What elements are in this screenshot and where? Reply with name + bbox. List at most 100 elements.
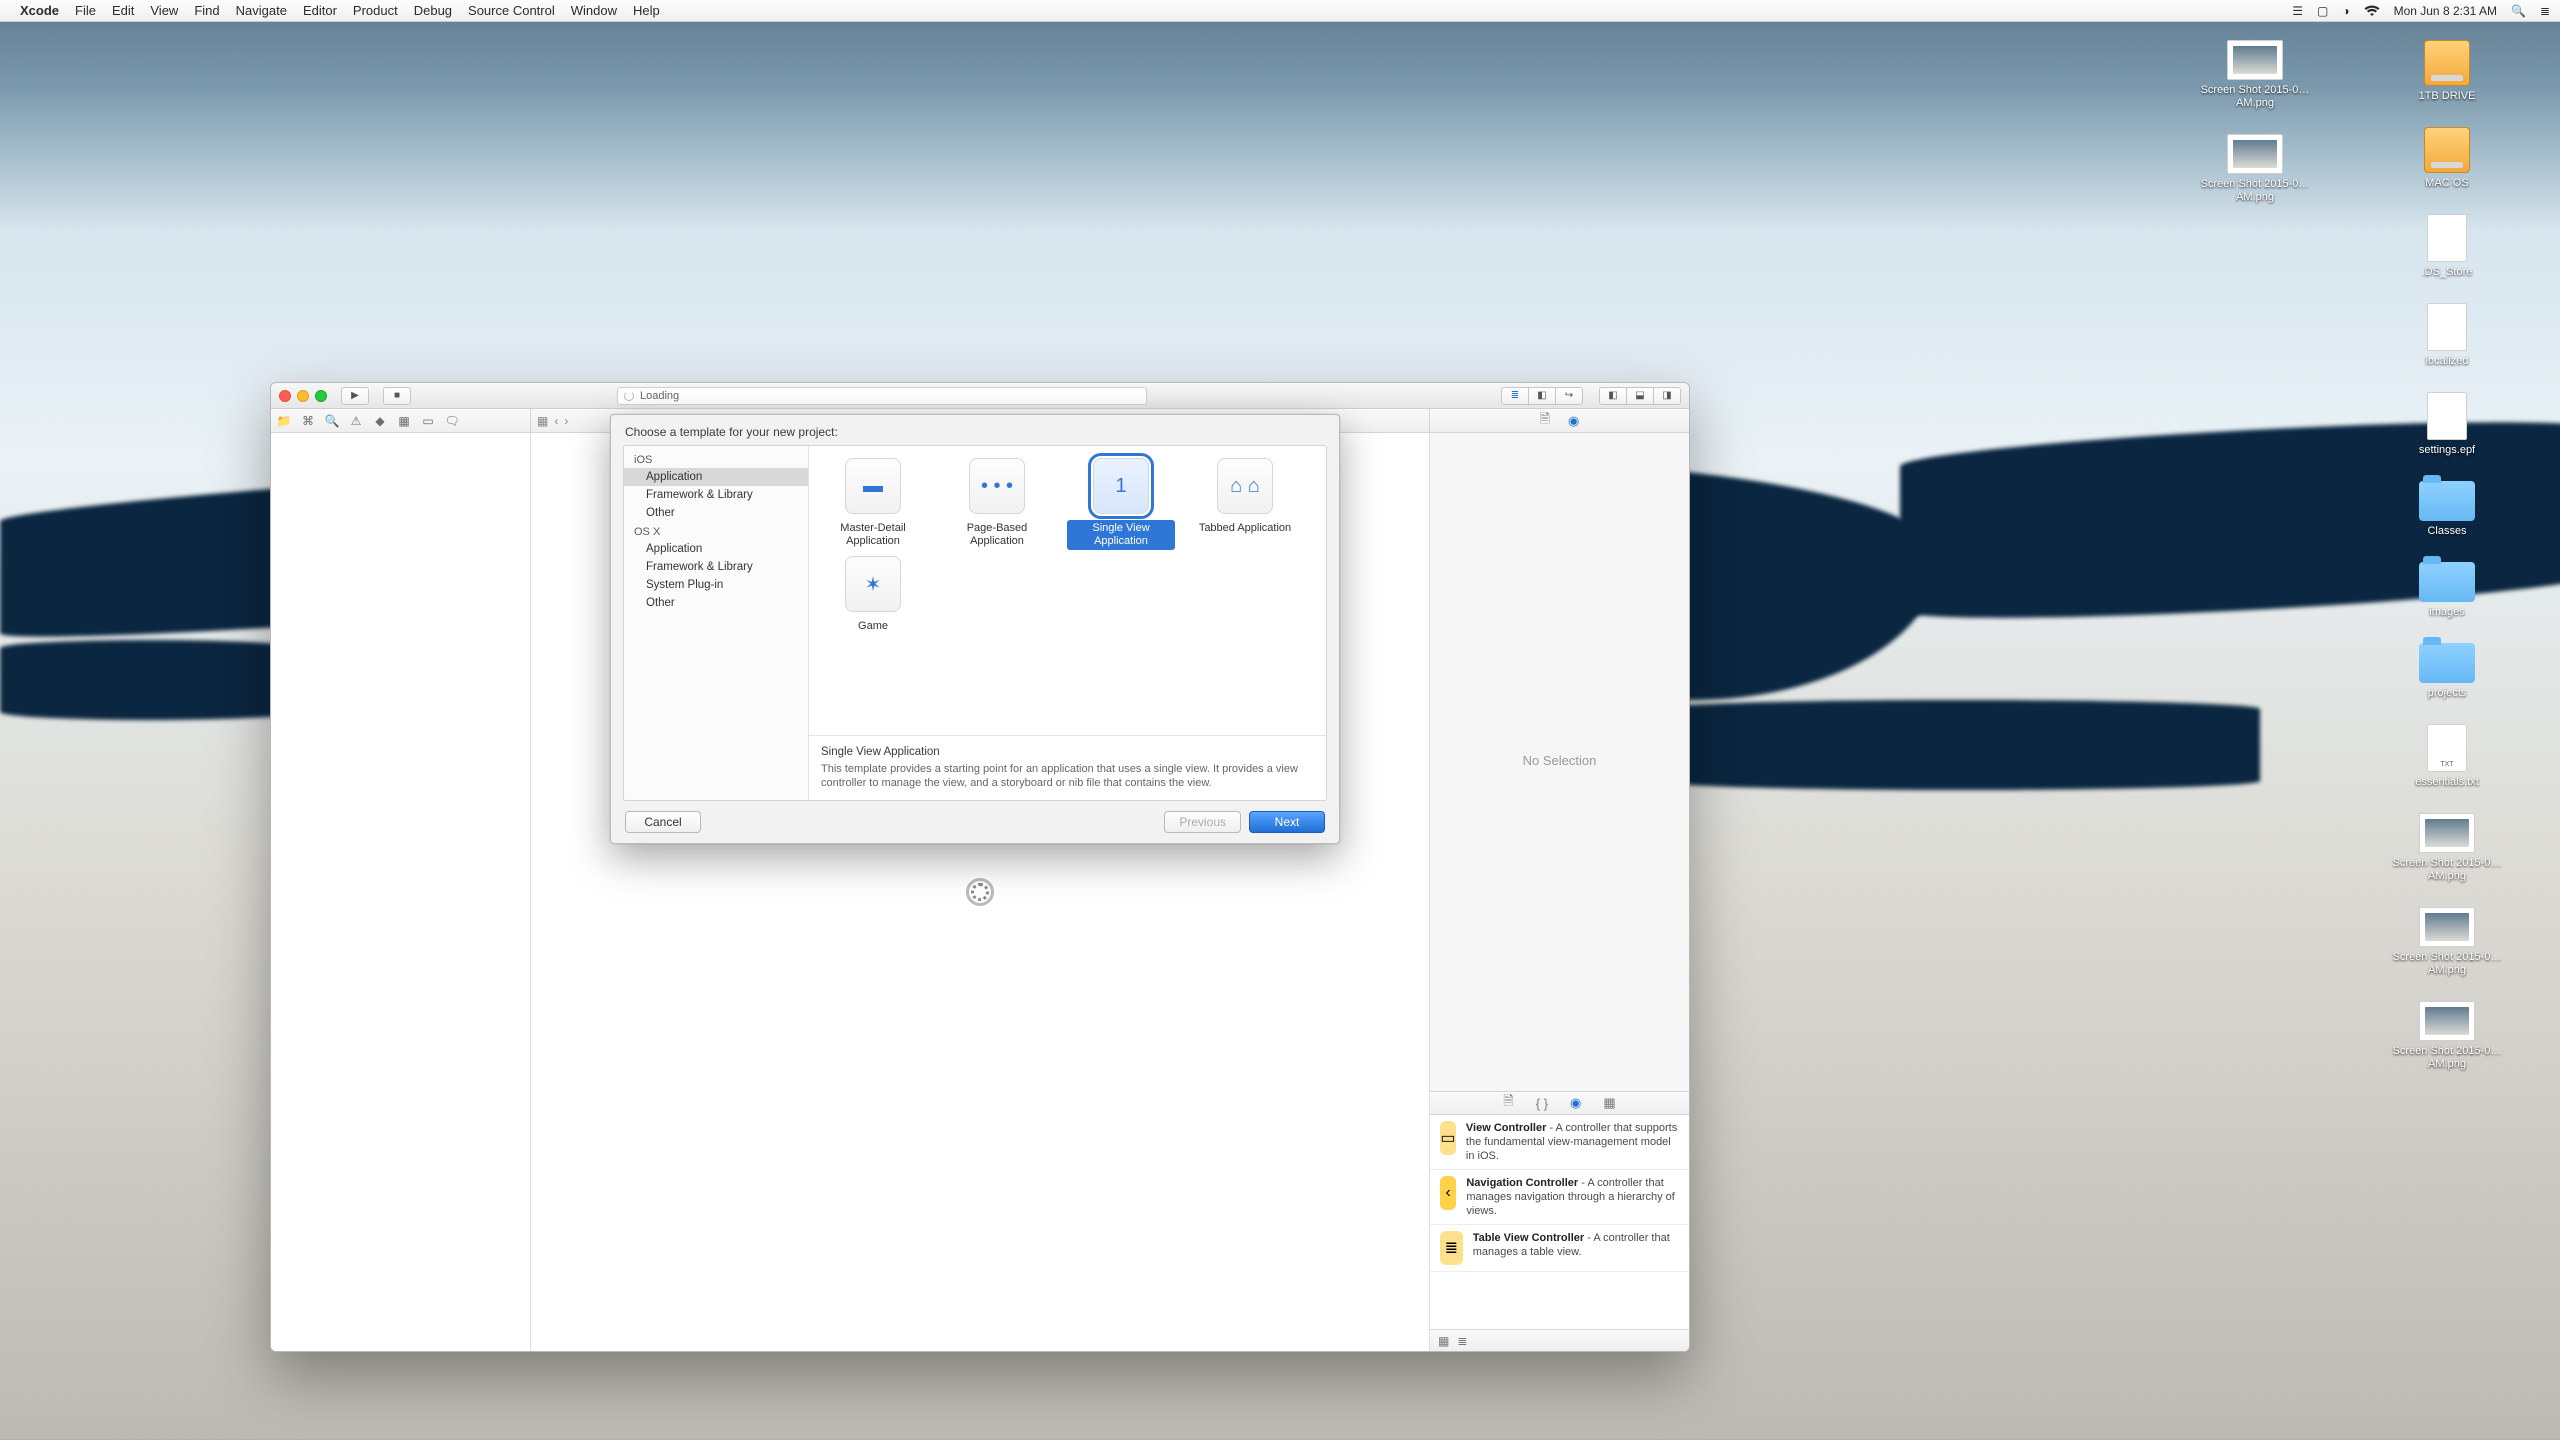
menubar-item[interactable]: Edit <box>112 3 134 18</box>
quick-help-icon[interactable]: ◉ <box>1568 413 1579 429</box>
desktop-icon[interactable]: .DS_Store <box>2352 214 2542 279</box>
template-item[interactable]: 1Single View Application <box>1067 458 1175 550</box>
list-view-icon[interactable]: ≣ <box>1457 1334 1467 1348</box>
library-item[interactable]: ‹Navigation Controller - A controller th… <box>1430 1170 1689 1225</box>
breakpoint-navigator-icon[interactable]: ▭ <box>421 414 435 428</box>
desktop-icon[interactable]: Screen Shot 2015-0…AM.png <box>2160 40 2350 110</box>
notification-center-icon[interactable]: ☰ <box>2292 4 2303 18</box>
panel-visibility-segmented[interactable]: ◧⬓◨ <box>1591 387 1681 405</box>
desktop-icon[interactable]: localized <box>2352 303 2542 368</box>
dropbox-icon[interactable]: ◑ <box>2342 4 2349 18</box>
forward-button-icon[interactable]: › <box>564 414 568 428</box>
desktop-icon[interactable]: Classes <box>2352 481 2542 538</box>
template-icon: ✶ <box>845 556 901 612</box>
wifi-icon[interactable] <box>2364 5 2380 17</box>
sidebar-item[interactable]: Application <box>624 540 808 558</box>
menubar-item[interactable]: Product <box>353 3 398 18</box>
test-navigator-icon[interactable]: ◆ <box>373 414 387 428</box>
sidebar-item[interactable]: Other <box>624 594 808 612</box>
menubar-item[interactable]: File <box>75 3 96 18</box>
desktop-icon[interactable]: TXTessentials.txt <box>2352 724 2542 789</box>
menubar-item[interactable]: Window <box>571 3 617 18</box>
sidebar-item[interactable]: Application <box>624 468 808 486</box>
template-category-sidebar[interactable]: iOSApplicationFramework & LibraryOtherOS… <box>624 446 809 800</box>
library-item[interactable]: ▭View Controller - A controller that sup… <box>1430 1115 1689 1170</box>
editor-mode-segmented[interactable]: ≣◧↪ <box>1493 387 1583 405</box>
desktop-icon[interactable]: MAC OS <box>2352 127 2542 190</box>
desktop-icon-label: MAC OS <box>2425 177 2468 190</box>
menu-extras-icon[interactable]: ≣ <box>2540 4 2550 18</box>
template-item[interactable]: ✶ Game <box>819 556 927 635</box>
menubar-item[interactable]: View <box>150 3 178 18</box>
code-snippet-library-icon[interactable]: { } <box>1536 1096 1548 1111</box>
editor-loading-spinner-icon <box>966 878 994 906</box>
object-library-list[interactable]: ▭View Controller - A controller that sup… <box>1430 1115 1689 1329</box>
cancel-button[interactable]: Cancel <box>625 811 701 833</box>
desktop-icon[interactable]: settings.epf <box>2352 392 2542 457</box>
issue-navigator-icon[interactable]: ⚠ <box>349 414 363 428</box>
display-icon[interactable]: ▢ <box>2317 4 2328 18</box>
desktop-icon[interactable]: images <box>2352 562 2542 619</box>
stop-button[interactable]: ■ <box>383 387 411 405</box>
file-template-library-icon[interactable]: 🗎 <box>1503 1092 1513 1114</box>
template-label: Game <box>854 618 892 635</box>
thumb-icon <box>2227 40 2283 80</box>
menubar-item[interactable]: Find <box>194 3 219 18</box>
traffic-light-zoom[interactable] <box>315 390 327 402</box>
desktop-icons-column-2: Screen Shot 2015-0…AM.png Screen Shot 201… <box>2160 40 2350 228</box>
file-inspector-icon[interactable]: 🗎 <box>1540 410 1550 432</box>
project-navigator-icon[interactable]: 📁 <box>277 414 291 428</box>
template-grid[interactable]: ▬Master-Detail Application• • •Page-Base… <box>809 446 1326 735</box>
menubar-item[interactable]: Source Control <box>468 3 555 18</box>
desktop-icon[interactable]: projects <box>2352 643 2542 700</box>
sidebar-item[interactable]: Framework & Library <box>624 486 808 504</box>
find-navigator-icon[interactable]: 🔍 <box>325 414 339 428</box>
next-button[interactable]: Next <box>1249 811 1325 833</box>
template-label: Master-Detail Application <box>819 520 927 550</box>
utilities-pane: No Selection 🗎 { } ◉ ▦ ▭View Controller … <box>1429 433 1689 1351</box>
previous-button[interactable]: Previous <box>1164 811 1241 833</box>
sidebar-item[interactable]: Framework & Library <box>624 558 808 576</box>
menubar-item[interactable]: Debug <box>414 3 452 18</box>
traffic-light-minimize[interactable] <box>297 390 309 402</box>
activity-text: Loading <box>640 390 679 402</box>
desktop-icon[interactable]: Screen Shot 2015-0…AM.png <box>2160 134 2350 204</box>
library-item[interactable]: ≣Table View Controller - A controller th… <box>1430 1225 1689 1272</box>
debug-navigator-icon[interactable]: ▦ <box>397 414 411 428</box>
sidebar-item[interactable]: Other <box>624 504 808 522</box>
drive-icon <box>2424 127 2470 173</box>
library-tabs[interactable]: 🗎 { } ◉ ▦ <box>1430 1091 1689 1115</box>
library-item-icon: ≣ <box>1440 1231 1463 1265</box>
template-item[interactable]: ▬Master-Detail Application <box>819 458 927 550</box>
navigator-tabs[interactable]: 📁 ⌘ 🔍 ⚠ ◆ ▦ ▭ 🗨 <box>271 409 531 432</box>
template-icon: ⌂ ⌂ <box>1217 458 1273 514</box>
back-button-icon[interactable]: ‹ <box>554 414 558 428</box>
desktop-icon[interactable]: Screen Shot 2015-0…AM.png <box>2352 1001 2542 1071</box>
template-item[interactable]: • • •Page-Based Application <box>943 458 1051 550</box>
menubar-item[interactable]: Editor <box>303 3 337 18</box>
thumb-icon <box>2419 1001 2475 1041</box>
template-item[interactable]: ⌂ ⌂Tabbed Application <box>1191 458 1299 550</box>
desktop-icon-label: settings.epf <box>2419 444 2475 457</box>
run-button[interactable]: ▶ <box>341 387 369 405</box>
menubar-app-name[interactable]: Xcode <box>20 3 59 18</box>
menubar-clock[interactable]: Mon Jun 8 2:31 AM <box>2394 4 2497 18</box>
desktop-icon[interactable]: 1TB DRIVE <box>2352 40 2542 103</box>
sidebar-item[interactable]: System Plug-in <box>624 576 808 594</box>
related-items-icon[interactable]: ▦ <box>537 414 548 428</box>
window-titlebar[interactable]: ▶ ■ Loading ≣◧↪ ◧⬓◨ <box>271 383 1689 409</box>
symbol-navigator-icon[interactable]: ⌘ <box>301 414 315 428</box>
traffic-light-close[interactable] <box>279 390 291 402</box>
navigator-pane[interactable] <box>271 433 531 1351</box>
inspector-tabs[interactable]: 🗎 ◉ <box>1429 409 1689 432</box>
menubar-item[interactable]: Help <box>633 3 660 18</box>
spotlight-icon[interactable]: 🔍 <box>2511 4 2526 18</box>
menubar-item[interactable]: Navigate <box>236 3 287 18</box>
desktop-icon[interactable]: Screen Shot 2015-0…AM.png <box>2352 907 2542 977</box>
media-library-icon[interactable]: ▦ <box>1603 1095 1615 1111</box>
object-library-icon[interactable]: ◉ <box>1570 1095 1581 1111</box>
report-navigator-icon[interactable]: 🗨 <box>445 414 459 428</box>
grid-view-icon[interactable]: ▦ <box>1438 1334 1449 1348</box>
desktop-icon[interactable]: Screen Shot 2015-0…AM.png <box>2352 813 2542 883</box>
new-project-sheet: Choose a template for your new project: … <box>610 414 1340 844</box>
